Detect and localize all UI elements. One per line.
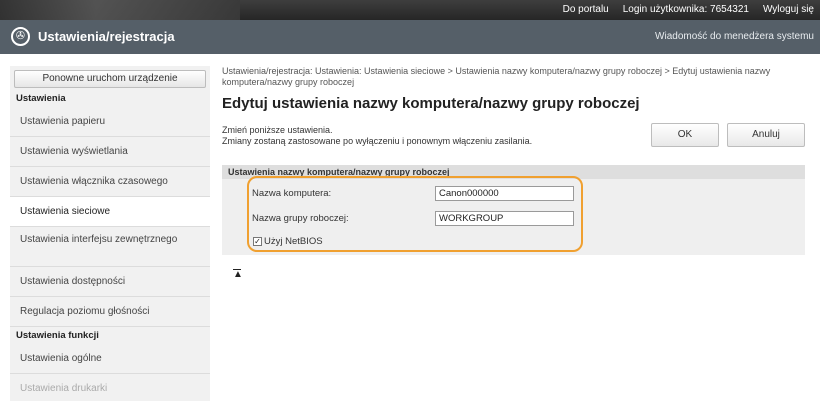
ok-button[interactable]: OK <box>651 123 719 147</box>
workgroup-name-label: Nazwa grupy roboczej: <box>252 213 349 224</box>
computer-name-input[interactable]: Canon000000 <box>435 186 574 201</box>
section-title: Ustawienia nazwy komputera/nazwy grupy r… <box>222 165 805 179</box>
main-content: Ustawienia/rejestracja: Ustawienia: Usta… <box>222 66 820 255</box>
sidebar-item-accessibility[interactable]: Ustawienia dostępności <box>10 267 210 297</box>
sidebar-item-volume[interactable]: Regulacja poziomu głośności <box>10 297 210 327</box>
login-info: Login użytkownika: 7654321 <box>623 4 749 15</box>
netbios-row: ✓ Użyj NetBIOS <box>253 236 323 247</box>
top-bar: Do portalu Login użytkownika: 7654321 Wy… <box>0 0 820 20</box>
top-bar-blurred-area <box>0 0 240 20</box>
description-line-2: Zmiany zostaną zastosowane po wyłączeniu… <box>222 136 533 146</box>
netbios-checkbox[interactable]: ✓ <box>253 237 262 246</box>
settings-section: Ustawienia nazwy komputera/nazwy grupy r… <box>222 165 805 255</box>
description: Zmień poniższe ustawienia. Zmiany zostan… <box>222 125 532 147</box>
top-bar-links: Do portalu Login użytkownika: 7654321 Wy… <box>563 4 814 15</box>
sidebar-item-external-interface[interactable]: Ustawienia interfejsu zewnętrznego <box>10 227 210 267</box>
restart-device-button[interactable]: Ponowne uruchom urządzenie <box>14 70 206 88</box>
scroll-to-top-icon[interactable]: ▲ <box>233 269 243 280</box>
sidebar-item-paper[interactable]: Ustawienia papieru <box>10 107 210 137</box>
sidebar-item-timer[interactable]: Ustawienia włącznika czasowego <box>10 167 210 197</box>
description-line-1: Zmień poniższe ustawienia. <box>222 125 333 135</box>
sidebar-item-general[interactable]: Ustawienia ogólne <box>10 344 210 374</box>
user-id: 7654321 <box>710 4 749 15</box>
breadcrumb: Ustawienia/rejestracja: Ustawienia: Usta… <box>222 66 771 87</box>
sidebar-item-printer[interactable]: Ustawienia drukarki <box>10 374 210 404</box>
sidebar-item-display[interactable]: Ustawienia wyświetlania <box>10 137 210 167</box>
admin-message-link[interactable]: Wiadomość do menedżera systemu <box>655 31 814 42</box>
title-bar: ✇ Ustawienia/rejestracja Wiadomość do me… <box>0 20 820 54</box>
cancel-button[interactable]: Anuluj <box>727 123 805 147</box>
page-title: Edytuj ustawienia nazwy komputera/nazwy … <box>222 95 640 112</box>
computer-name-label: Nazwa komputera: <box>252 188 332 199</box>
sidebar: Ponowne uruchom urządzenie Ustawienia Us… <box>10 66 210 401</box>
sidebar-section-functions: Ustawienia funkcji <box>16 330 99 341</box>
netbios-label: Użyj NetBIOS <box>264 236 323 247</box>
app-title: Ustawienia/rejestracja <box>38 29 175 44</box>
scroll-top-arrow: ▲ <box>233 269 243 280</box>
portal-link[interactable]: Do portalu <box>563 4 609 15</box>
workgroup-name-input[interactable]: WORKGROUP <box>435 211 574 226</box>
login-label: Login użytkownika: <box>622 4 708 15</box>
sidebar-item-network[interactable]: Ustawienia sieciowe <box>10 197 210 227</box>
logout-link[interactable]: Wyloguj się <box>763 4 814 15</box>
sidebar-section-settings: Ustawienia <box>16 93 66 104</box>
settings-logo-icon: ✇ <box>11 27 30 46</box>
